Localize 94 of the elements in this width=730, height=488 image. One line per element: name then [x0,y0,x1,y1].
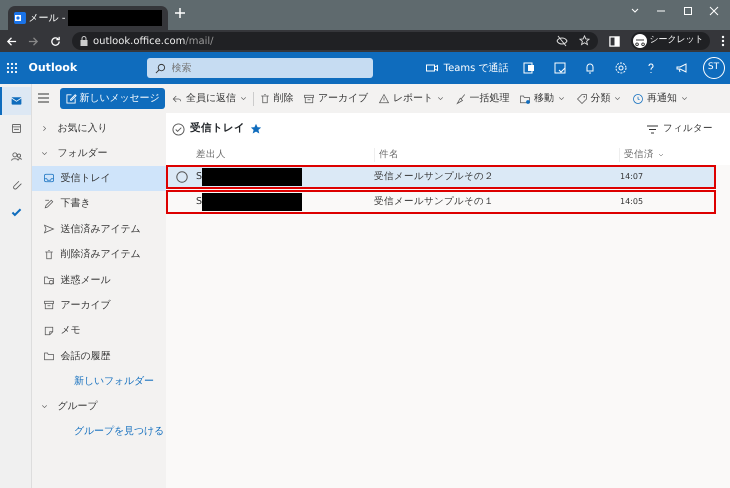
toolbar-button[interactable]: 一括処理 [450,84,514,113]
teams-call-button[interactable]: Teams で通話 [426,60,508,76]
user-avatar[interactable]: ST [702,57,724,79]
toolbar-button[interactable]: 移動 [514,84,571,113]
forward-icon [28,36,38,46]
new-message-button[interactable]: 新しいメッセージ [60,88,166,109]
toolbar-button[interactable]: 削除 [254,84,298,113]
people-icon [10,150,23,163]
warning-icon [378,92,390,104]
note-icon [43,324,55,337]
calendar-check-button[interactable] [552,60,567,76]
archive-icon [43,299,55,312]
hamburger-icon [38,93,48,104]
message-subject: 受信メールサンプルその１ [374,194,495,209]
reload-icon [50,36,60,46]
side-panel-icon [608,36,620,46]
column-header[interactable]: 差出人 [196,148,226,162]
search-field[interactable]: 検索 [147,58,374,78]
toolbar-button[interactable]: 全員に返信 [166,84,252,113]
received-time: 14:05 [620,196,644,208]
star-icon [578,35,590,46]
office-button[interactable] [522,60,536,76]
search-icon [155,62,166,74]
incognito-profile[interactable]: シークレット [630,32,710,50]
selection-indicator [0,86,2,115]
groups-header[interactable]: グループ [32,394,166,420]
folder-item[interactable]: アーカイブ [32,292,166,318]
browser-tab[interactable]: メール - [8,6,168,30]
toolbar-button[interactable]: 分類 [570,84,628,113]
calendar-check-icon [552,60,567,75]
trash-icon [258,92,270,104]
folder-item[interactable]: 迷惑メール [32,267,166,293]
select-all-icon [172,122,184,136]
toolbar-button[interactable]: アーカイブ [298,84,373,113]
column-header[interactable]: 件名 [379,148,399,162]
close-icon [709,6,719,16]
settings-icon [614,60,628,75]
folders-header[interactable]: フォルダー [32,140,166,166]
toolbar-button[interactable]: レポート [373,84,450,113]
sender-name: S [196,194,202,209]
folder-item[interactable]: メモ [32,318,166,344]
toolbar-button[interactable]: 再通知 [627,84,694,113]
more-icon [720,35,724,47]
sort-caret-icon [656,151,665,159]
folder-item[interactable]: 削除済みアイテム [32,242,166,268]
folder-icon [43,350,55,362]
tab-title: メール - [28,12,66,26]
message-subject: 受信メールサンプルその２ [374,170,495,184]
favorites-header[interactable]: お気に入り [32,116,166,141]
url-text: outlook.office.com/mail/ [93,34,214,48]
folder-title: 受信トレイ [190,121,245,136]
folder-item[interactable]: 送信済みアイテム [32,216,166,242]
outlook-logo-icon [14,12,26,24]
folder-icon [43,274,55,286]
column-header[interactable]: 受信済 [624,148,654,162]
message-row[interactable]: S 受信メールサンプルその１ 14:05 [166,190,716,214]
incognito-icon [632,34,647,48]
message-row[interactable]: S 受信メールサンプルその２ 14:07 [166,165,716,189]
search-input[interactable]: 検索 [172,60,352,76]
maximize-icon [682,6,692,16]
video-icon [426,63,438,73]
inbox-icon [43,172,55,184]
folder-item[interactable]: 受信トレイ [32,166,166,192]
pencil-icon [43,198,55,210]
tag-icon [576,92,588,104]
compose-icon [66,93,76,104]
send-icon [43,223,55,236]
lock-icon [80,36,88,46]
find-groups-link[interactable]: グループを見つける [74,424,164,440]
favorite-star-icon[interactable] [250,124,260,134]
eye-off-icon [556,35,568,47]
office-icon [522,60,536,75]
megaphone-icon [674,60,689,75]
folder-move-icon [519,92,532,104]
received-time: 14:07 [620,171,644,183]
checkmark-icon [10,206,23,219]
new-tab-icon [174,7,186,20]
new-folder-link[interactable]: 新しいフォルダー [74,374,154,390]
folder-item[interactable]: 会話の履歴 [32,343,166,369]
filter-button[interactable]: フィルター [640,120,719,138]
grid-icon [6,62,18,74]
folder-item[interactable]: 下書き [32,191,166,217]
archive-icon [303,92,316,104]
back-icon [6,36,16,46]
address-bar[interactable]: outlook.office.com/mail/ [72,32,598,50]
clock-icon [632,92,644,104]
select-circle-icon [176,171,188,183]
trash-icon [43,248,55,261]
app-name: Outlook [28,60,78,76]
chevron-down-icon [630,6,640,16]
sender-name: S [196,170,202,184]
filter-icon [646,124,658,134]
settings-button[interactable] [614,60,628,76]
calendar-icon [10,122,23,135]
